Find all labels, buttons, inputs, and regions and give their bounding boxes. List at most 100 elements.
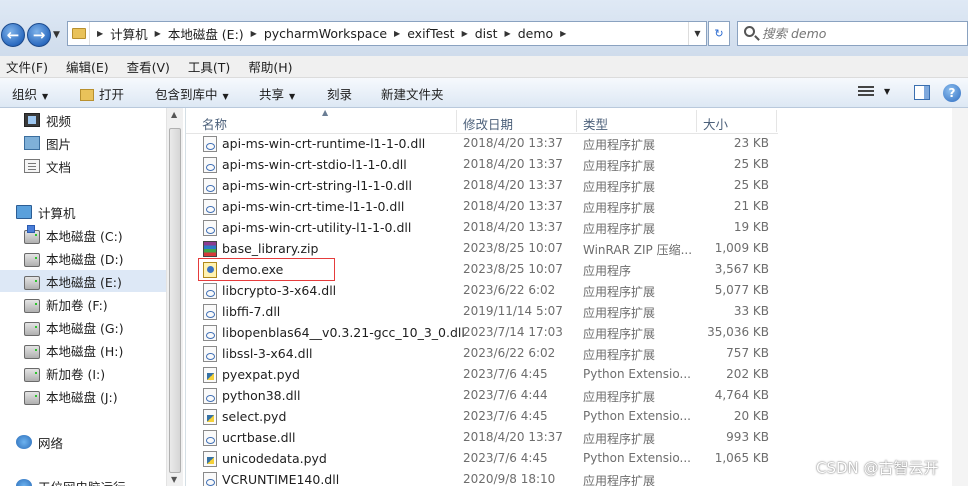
file-modified: 2020/9/8 18:10 <box>463 472 556 486</box>
file-row[interactable]: api-ms-win-crt-runtime-l1-1-0.dll 2018/4/… <box>198 133 778 154</box>
file-row[interactable]: unicodedata.pyd 2023/7/6 4:45 Python Exten… <box>198 448 778 469</box>
file-type: WinRAR ZIP 压缩... <box>583 243 693 257</box>
scroll-up-icon[interactable]: ▲ <box>171 110 177 119</box>
file-name: libcrypto-3-x64.dll <box>222 283 337 298</box>
file-type: 应用程序 <box>583 264 632 278</box>
column-divider[interactable] <box>696 110 697 132</box>
menu-edit[interactable]: 编辑(E) <box>66 57 109 76</box>
include-in-library-button[interactable]: 包含到库中 ▼ <box>155 84 229 103</box>
file-row[interactable]: ucrtbase.dll 2018/4/20 13:37 应用程序扩展 993 KB <box>198 427 778 448</box>
nav-item-drive-h[interactable]: 本地磁盘 (H:) <box>24 339 123 361</box>
preview-pane-icon[interactable] <box>914 85 930 100</box>
menu-help[interactable]: 帮助(H) <box>248 57 292 76</box>
address-history-dropdown[interactable]: ▼ <box>688 22 706 45</box>
burn-button[interactable]: 刻录 <box>327 84 352 103</box>
nav-item-drive-g[interactable]: 本地磁盘 (G:) <box>24 316 124 338</box>
breadcrumb[interactable]: ▶ 计算机 ▶ 本地磁盘 (E:) ▶ pycharmWorkspace ▶ e… <box>67 21 707 46</box>
nav-item-pictures[interactable]: 图片 <box>24 132 71 154</box>
nav-item-drive-c[interactable]: 本地磁盘 (C:) <box>24 224 123 246</box>
scrollbar-thumb[interactable] <box>169 128 181 473</box>
file-row[interactable]: api-ms-win-crt-stdio-l1-1-0.dll 2018/4/20… <box>198 154 778 175</box>
dll-file-icon <box>203 220 217 236</box>
file-name: api-ms-win-crt-utility-l1-1-0.dll <box>222 220 412 235</box>
file-row[interactable]: select.pyd 2023/7/6 4:45 Python Extensio..… <box>198 406 778 427</box>
breadcrumb-item[interactable]: 计算机 <box>110 24 148 43</box>
file-list: ▲ 名称 修改日期 类型 大小 api-ms-win-crt-runtime-l… <box>186 108 968 486</box>
chevron-right-icon[interactable]: ▶ <box>553 29 573 38</box>
column-header-type[interactable]: 类型 <box>583 114 608 133</box>
nav-item-computer[interactable]: 计算机 <box>16 201 76 223</box>
chevron-right-icon[interactable]: ▶ <box>498 29 518 38</box>
file-row[interactable]: libopenblas64__v0.3.21-gcc_10_3_0.dll 202… <box>198 322 778 343</box>
file-row[interactable]: libcrypto-3-x64.dll 2023/6/22 6:02 应用程序扩展 5… <box>198 280 778 301</box>
menu-tools[interactable]: 工具(T) <box>188 57 230 76</box>
nav-item-documents[interactable]: 文档 <box>24 155 71 177</box>
nav-item-label: 文档 <box>46 159 72 175</box>
nav-item-drive-d[interactable]: 本地磁盘 (D:) <box>24 247 124 269</box>
file-modified: 2023/7/6 4:45 <box>463 409 548 423</box>
menu-file[interactable]: 文件(F) <box>6 57 48 76</box>
breadcrumb-item[interactable]: dist <box>475 26 498 41</box>
dll-file-icon <box>203 178 217 194</box>
column-header-name[interactable]: 名称 <box>202 114 227 133</box>
column-divider[interactable] <box>776 110 777 132</box>
nav-scrollbar[interactable]: ▲ ▼ <box>166 108 183 486</box>
file-modified: 2018/4/20 13:37 <box>463 136 563 150</box>
file-size: 4,764 KB <box>714 388 769 402</box>
column-divider[interactable] <box>456 110 457 132</box>
file-list-scrollbar[interactable] <box>952 108 968 486</box>
file-row[interactable]: VCRUNTIME140.dll 2020/9/8 18:10 应用程序扩展 <box>198 469 778 486</box>
back-button[interactable]: ← <box>1 23 25 47</box>
scroll-down-icon[interactable]: ▼ <box>171 475 177 484</box>
file-size: 21 KB <box>733 199 769 213</box>
nav-item-drive-f[interactable]: 新加卷 (F:) <box>24 293 108 315</box>
recent-pages-dropdown[interactable]: ▼ <box>53 30 60 40</box>
file-row[interactable]: python38.dll 2023/7/6 4:44 应用程序扩展 4,764 KB <box>198 385 778 406</box>
file-row[interactable]: libssl-3-x64.dll 2023/6/22 6:02 应用程序扩展 757 … <box>198 343 778 364</box>
file-name: base_library.zip <box>222 241 319 256</box>
file-row[interactable]: api-ms-win-crt-string-l1-1-0.dll 2018/4/2… <box>198 175 778 196</box>
refresh-button[interactable]: ↻ <box>708 21 730 46</box>
chevron-right-icon[interactable]: ▶ <box>387 29 407 38</box>
file-row[interactable]: api-ms-win-crt-utility-l1-1-0.dll 2018/4/… <box>198 217 778 238</box>
chevron-right-icon[interactable]: ▶ <box>148 29 168 38</box>
open-button[interactable]: 打开 <box>80 84 124 103</box>
nav-item-drive-e[interactable]: 本地磁盘 (E:) <box>0 270 166 292</box>
file-name: libffi-7.dll <box>222 304 281 319</box>
file-modified: 2018/4/20 13:37 <box>463 220 563 234</box>
organize-button[interactable]: 组织 ▼ <box>12 84 48 103</box>
chevron-down-icon[interactable]: ▼ <box>884 87 890 96</box>
breadcrumb-item[interactable]: 本地磁盘 (E:) <box>168 24 244 43</box>
new-folder-button[interactable]: 新建文件夹 <box>381 84 444 103</box>
nav-item-videos[interactable]: 视频 <box>24 109 71 131</box>
breadcrumb-item[interactable]: demo <box>518 26 553 41</box>
chevron-right-icon[interactable]: ▶ <box>244 29 264 38</box>
nav-item-label: 新加卷 (F:) <box>46 297 108 313</box>
chevron-right-icon[interactable]: ▶ <box>90 29 110 38</box>
nav-item-network[interactable]: 网络 <box>16 431 63 453</box>
nav-item-cut-off[interactable]: 工位网电脑运行 <box>16 475 126 486</box>
column-divider[interactable] <box>576 110 577 132</box>
forward-button[interactable]: → <box>27 23 51 47</box>
file-row[interactable]: base_library.zip 2023/8/25 10:07 WinRAR ZI… <box>198 238 778 259</box>
nav-item-drive-i[interactable]: 新加卷 (I:) <box>24 362 105 384</box>
chevron-right-icon[interactable]: ▶ <box>455 29 475 38</box>
view-options-icon[interactable] <box>858 86 874 100</box>
share-button[interactable]: 共享 ▼ <box>259 84 295 103</box>
file-modified: 2023/6/22 6:02 <box>463 346 556 360</box>
drive-icon <box>24 391 40 405</box>
search-box[interactable] <box>737 21 968 46</box>
search-input[interactable] <box>762 26 952 41</box>
column-header-modified[interactable]: 修改日期 <box>463 114 513 133</box>
column-header-size[interactable]: 大小 <box>703 114 728 133</box>
menu-view[interactable]: 查看(V) <box>127 57 170 76</box>
file-row[interactable]: api-ms-win-crt-time-l1-1-0.dll 2018/4/20 … <box>198 196 778 217</box>
nav-item-drive-j[interactable]: 本地磁盘 (J:) <box>24 385 118 407</box>
breadcrumb-item[interactable]: exifTest <box>407 26 454 41</box>
document-icon <box>24 159 40 173</box>
file-row[interactable]: pyexpat.pyd 2023/7/6 4:45 Python Extensio.… <box>198 364 778 385</box>
help-icon[interactable]: ? <box>943 84 961 102</box>
file-size: 19 KB <box>733 220 769 234</box>
breadcrumb-item[interactable]: pycharmWorkspace <box>264 26 387 41</box>
file-row[interactable]: libffi-7.dll 2019/11/14 5:07 应用程序扩展 33 KB <box>198 301 778 322</box>
